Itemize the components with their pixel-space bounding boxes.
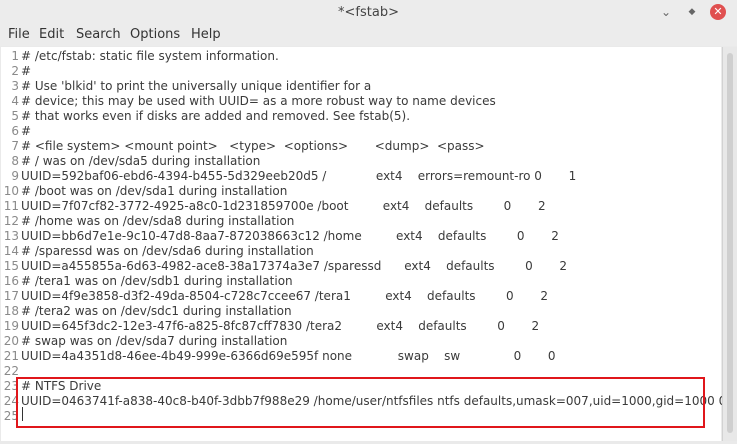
menu-edit[interactable]: Edit [39,27,64,42]
line-number: 15 [3,259,19,273]
line-number: 16 [3,274,19,288]
menu-search[interactable]: Search [76,27,121,42]
line-number: 5 [11,109,19,123]
line-text: UUID=bb6d7e1e-9c10-47d8-8aa7-872038663c1… [21,229,559,243]
line-number: 8 [11,154,19,168]
line-text: # swap was on /dev/sda7 during installat… [21,334,288,348]
line-text: # /sparessd was on /dev/sda6 during inst… [21,244,314,258]
line-number: 10 [3,184,19,198]
line-text: # /home was on /dev/sda8 during installa… [21,214,295,228]
line-number: 21 [3,349,19,363]
vertical-scrollbar[interactable] [722,47,737,441]
line-text: # <file system> <mount point> <type> <op… [21,139,485,153]
line-number: 13 [3,229,19,243]
line-text: # [21,64,32,78]
line-number: 17 [3,289,19,303]
line-text: UUID=645f3dc2-12e3-47f6-a825-8fc87cff783… [21,319,540,333]
menu-bar: File Edit Search Options Help [0,24,737,46]
line-text: UUID=4f9e3858-d3f2-49da-8504-c728c7ccee6… [21,289,549,303]
line-number: 18 [3,304,19,318]
line-text: # /etc/fstab: static file system informa… [21,49,279,63]
line-number: 4 [11,94,19,108]
menu-options[interactable]: Options [130,27,180,42]
menu-help[interactable]: Help [191,27,221,42]
line-text: # [21,124,32,138]
line-text: # /tera2 was on /dev/sdc1 during install… [21,304,292,318]
scrollbar-thumb[interactable] [727,53,733,433]
line-text: # /boot was on /dev/sda1 during installa… [21,184,288,198]
line-text: UUID=592baf06-ebd6-4394-b455-5d329eeb20d… [21,169,577,183]
line-number: 2 [11,64,19,78]
line-text: # / was on /dev/sda5 during installation [21,154,261,168]
line-text: UUID=a455855a-6d63-4982-ace8-38a17374a3e… [21,259,568,273]
line-number: 9 [11,169,19,183]
line-number: 12 [3,214,19,228]
menu-file[interactable]: File [8,27,30,42]
line-text: UUID=4a4351d8-46ee-4b49-999e-6366d69e595… [21,349,556,363]
line-text: # /tera1 was on /dev/sdb1 during install… [21,274,293,288]
line-number: 11 [3,199,19,213]
window-title: *<fstab> [338,5,399,20]
line-text: # that works even if disks are added and… [21,109,411,123]
line-number: 6 [11,124,19,138]
maximize-icon[interactable]: ◆ [684,4,700,20]
line-number: 20 [3,334,19,348]
line-number: 3 [11,79,19,93]
line-number: 14 [3,244,19,258]
minimize-icon[interactable]: ⌄ [658,4,674,20]
line-number: 19 [3,319,19,333]
close-icon[interactable]: ✕ [710,4,726,20]
line-number: 7 [11,139,19,153]
line-text: UUID=7f07cf82-3772-4925-a8c0-1d231859700… [21,199,546,213]
highlight-box [16,377,705,428]
line-number: 1 [11,49,19,63]
title-bar: *<fstab> ⌄ ◆ ✕ [0,0,737,24]
line-text: # Use 'blkid' to print the universally u… [21,79,372,93]
line-text: # device; this may be used with UUID= as… [21,94,496,108]
